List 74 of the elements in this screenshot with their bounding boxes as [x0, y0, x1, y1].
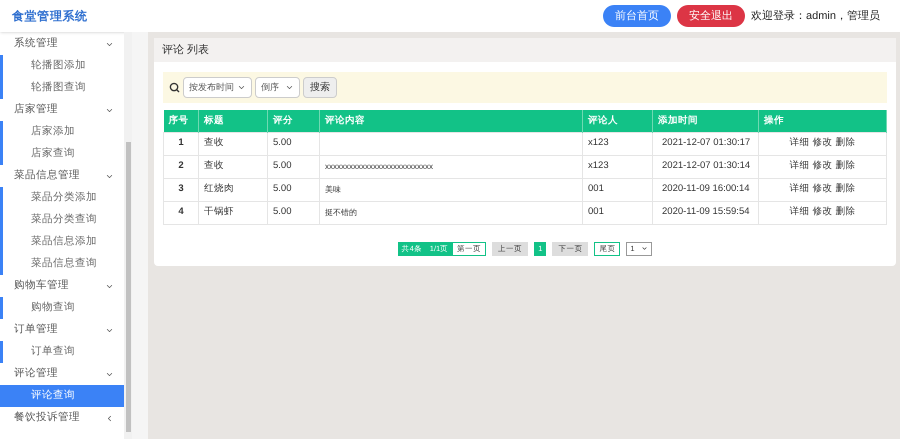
- menu-group[interactable]: 系统管理: [0, 33, 124, 55]
- sort-order-select[interactable]: 倒序: [255, 77, 300, 98]
- menu-item[interactable]: 店家添加: [3, 121, 124, 143]
- menu-item[interactable]: 菜品分类查询: [3, 209, 124, 231]
- menu-group[interactable]: 评论管理: [0, 363, 124, 385]
- table-cell: 5.00: [268, 132, 320, 155]
- table-cell: 001: [582, 201, 652, 224]
- table-cell: 挺不错的: [320, 201, 582, 224]
- table-cell: 4: [164, 201, 198, 224]
- menu-item[interactable]: 菜品信息添加: [3, 231, 124, 253]
- table-cell: 2020-11-09 16:00:14: [652, 178, 758, 201]
- table-cell: xxxxxxxxxxxxxxxxxxxxxxxxxxx: [320, 155, 582, 178]
- action-link[interactable]: 删除: [836, 205, 856, 220]
- menu-group[interactable]: 餐饮投诉管理: [0, 407, 124, 429]
- menu-item[interactable]: 购物查询: [3, 297, 124, 319]
- action-link[interactable]: 修改: [812, 205, 832, 220]
- header-button[interactable]: 前台首页: [603, 5, 672, 27]
- table-cell: 2021-12-07 01:30:14: [652, 155, 758, 178]
- table-cell: 红烧肉: [198, 178, 268, 201]
- action-link[interactable]: 详细: [790, 136, 810, 151]
- table-cell: 3: [164, 178, 198, 201]
- chevron-down-icon: [641, 245, 648, 252]
- table-cell: 1: [164, 132, 198, 155]
- table-cell: x123: [582, 132, 652, 155]
- card-title: 评论 列表: [162, 42, 210, 58]
- table-cell: 5.00: [268, 201, 320, 224]
- search-button[interactable]: 搜索: [303, 77, 337, 98]
- column-header: 操作: [758, 110, 886, 132]
- action-link[interactable]: 修改: [812, 136, 832, 151]
- table-cell: 2020-11-09 15:59:54: [652, 201, 758, 224]
- menu-group[interactable]: 店家管理: [0, 99, 124, 121]
- menu-group[interactable]: 购物车管理: [0, 275, 124, 297]
- chevron-down-icon: [237, 83, 246, 92]
- action-link[interactable]: 详细: [790, 205, 810, 220]
- column-header: 添加时间: [652, 110, 758, 132]
- action-link[interactable]: 详细: [790, 159, 810, 174]
- table-cell: 查收: [198, 155, 268, 178]
- menu-item[interactable]: 订单查询: [3, 341, 124, 363]
- chevron-down-icon: [285, 83, 294, 92]
- chevron-left-icon: [105, 414, 114, 422]
- sort-field-select[interactable]: 按发布时间: [183, 77, 252, 98]
- action-link[interactable]: 删除: [836, 159, 856, 174]
- menu-item[interactable]: 菜品信息查询: [3, 253, 124, 275]
- action-link[interactable]: 修改: [812, 182, 832, 197]
- action-link[interactable]: 修改: [812, 159, 832, 174]
- column-header: 评论内容: [320, 110, 582, 132]
- table-cell: 5.00: [268, 178, 320, 201]
- menu-group[interactable]: 菜品信息管理: [0, 165, 124, 187]
- table-cell: 查收: [198, 132, 268, 155]
- table-cell: 2021-12-07 01:30:17: [652, 132, 758, 155]
- menu-group[interactable]: 订单管理: [0, 319, 124, 341]
- column-header: 序号: [164, 110, 198, 132]
- table-cell: 干锅虾: [198, 201, 268, 224]
- action-link[interactable]: 删除: [836, 136, 856, 151]
- action-link[interactable]: 删除: [836, 182, 856, 197]
- menu-item[interactable]: 店家查询: [3, 143, 124, 165]
- app-title: 食堂管理系统: [12, 8, 88, 25]
- menu-item[interactable]: 轮播图查询: [3, 77, 124, 99]
- menu-item[interactable]: 轮播图添加: [3, 55, 124, 77]
- menu-item[interactable]: 菜品分类添加: [3, 187, 124, 209]
- table-cell: 美味: [320, 178, 582, 201]
- welcome-text: 欢迎登录：admin，管理员: [751, 8, 880, 24]
- table-cell: 001: [582, 178, 652, 201]
- column-header: 评分: [268, 110, 320, 132]
- header-button[interactable]: 安全退出: [677, 5, 746, 27]
- action-link[interactable]: 详细: [790, 182, 810, 197]
- column-header: 评论人: [582, 110, 652, 132]
- table-cell: x123: [582, 155, 652, 178]
- menu-item[interactable]: 评论查询: [3, 385, 124, 407]
- search-icon: [169, 82, 180, 93]
- column-header: 标题: [198, 110, 268, 132]
- table-cell: 5.00: [268, 155, 320, 178]
- scrollbar-thumb[interactable]: [126, 142, 130, 432]
- table-cell: 2: [164, 155, 198, 178]
